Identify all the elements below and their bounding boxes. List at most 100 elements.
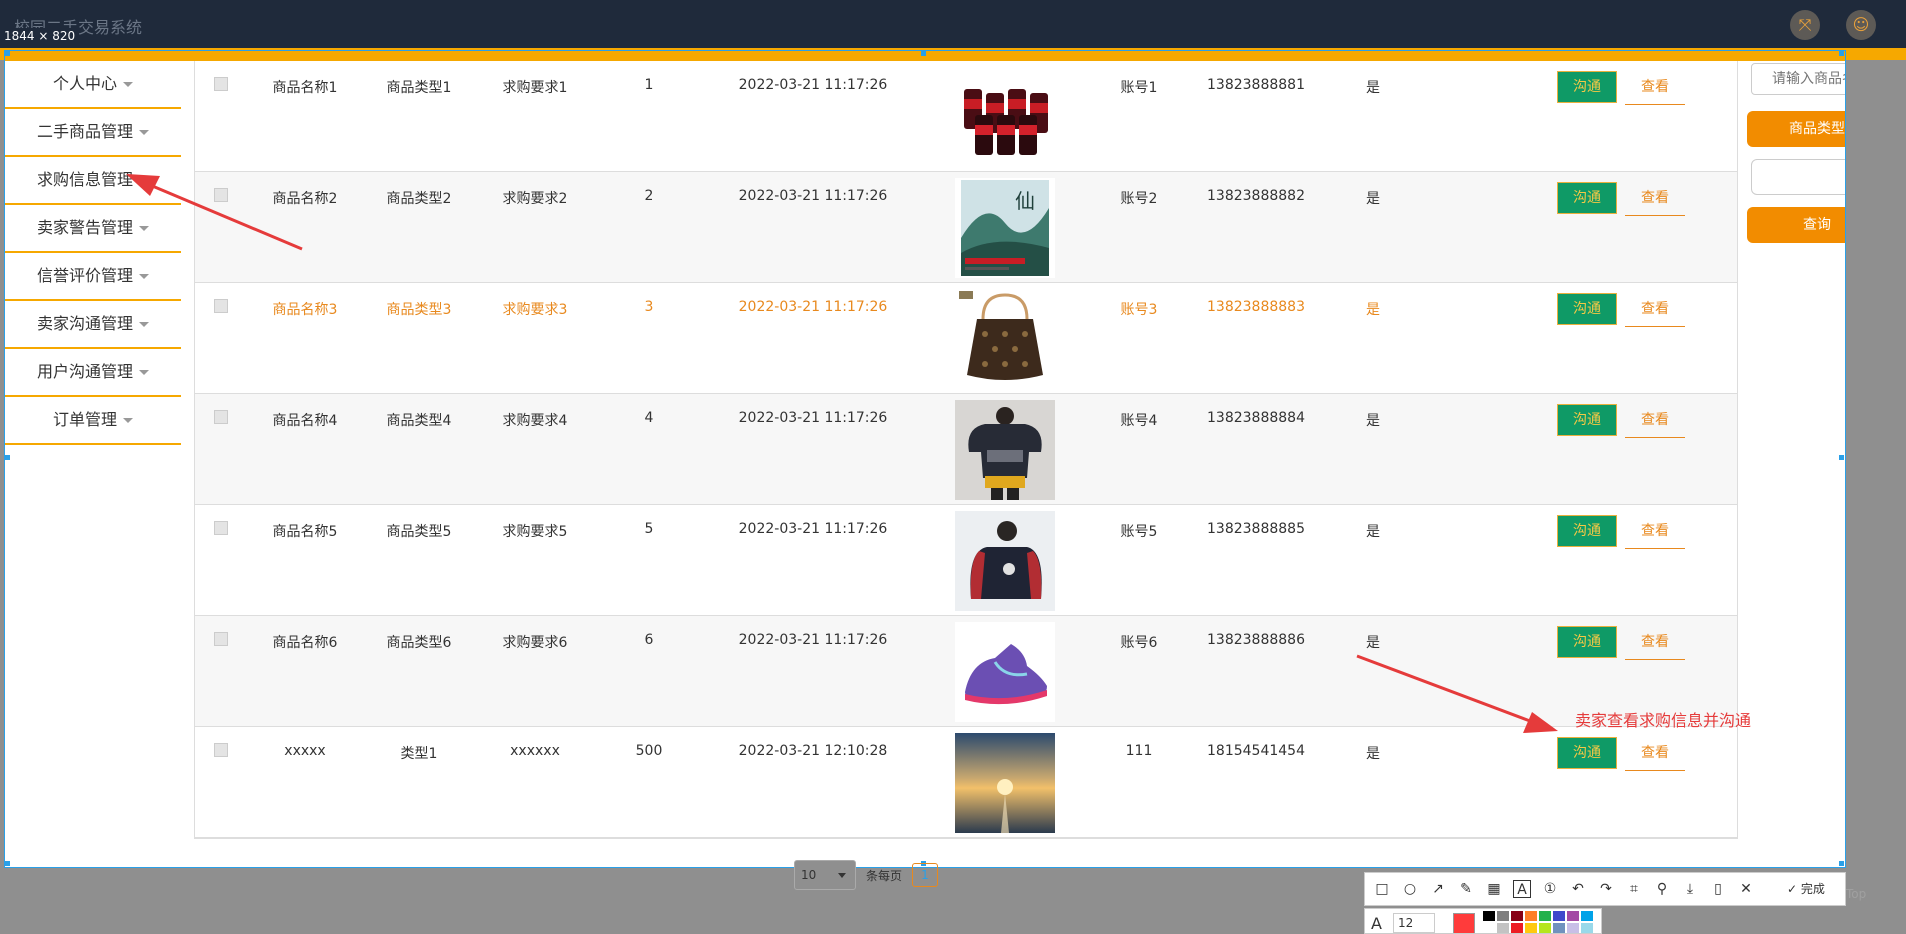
color-swatch[interactable] bbox=[1525, 923, 1537, 933]
row-checkbox[interactable] bbox=[214, 299, 228, 313]
sidebar-item[interactable]: 信誉评价管理 bbox=[5, 253, 181, 301]
row-checkbox[interactable] bbox=[214, 410, 228, 424]
cell-req: 求购要求4 bbox=[502, 413, 568, 429]
table-row[interactable]: 商品名称4 商品类型4 求购要求4 4 2022-03-21 11:17:26 账号4 13… bbox=[195, 394, 1737, 505]
number-icon[interactable]: ① bbox=[1541, 880, 1559, 898]
sidebar-item-label: 个人中心 bbox=[52, 74, 117, 93]
color-swatch[interactable] bbox=[1539, 923, 1551, 933]
row-checkbox[interactable] bbox=[214, 521, 228, 535]
page-number-current[interactable]: 1 bbox=[912, 863, 938, 887]
view-button[interactable]: 查看 bbox=[1625, 515, 1685, 549]
user-avatar-icon[interactable]: ☺ bbox=[1846, 10, 1876, 40]
sidebar-item[interactable]: 订单管理 bbox=[5, 397, 181, 445]
communicate-button[interactable]: 沟通 bbox=[1557, 293, 1617, 325]
color-swatch[interactable] bbox=[1553, 923, 1565, 933]
color-swatch[interactable] bbox=[1511, 911, 1523, 921]
color-swatch[interactable] bbox=[1511, 923, 1523, 933]
text-icon[interactable]: A bbox=[1513, 880, 1531, 898]
copy-icon[interactable]: ▯ bbox=[1709, 880, 1727, 898]
communicate-button[interactable]: 沟通 bbox=[1557, 404, 1617, 436]
color-swatch[interactable] bbox=[1581, 911, 1593, 921]
communicate-button[interactable]: 沟通 bbox=[1557, 737, 1617, 769]
redo-icon[interactable]: ↷ bbox=[1597, 880, 1615, 898]
pen-icon[interactable]: ✎ bbox=[1457, 880, 1475, 898]
communicate-button[interactable]: 沟通 bbox=[1557, 515, 1617, 547]
color-palette: A 12 bbox=[1364, 908, 1602, 934]
resize-handle[interactable] bbox=[921, 51, 926, 56]
table-row[interactable]: 商品名称1 商品类型1 求购要求1 1 2022-03-21 11:17:26 账号1 13… bbox=[195, 61, 1737, 172]
ocr-icon[interactable]: ⌗ bbox=[1625, 880, 1643, 898]
communicate-button[interactable]: 沟通 bbox=[1557, 626, 1617, 658]
color-swatch[interactable] bbox=[1483, 923, 1495, 933]
cell-type: 商品类型2 bbox=[386, 191, 452, 207]
sidebar-item[interactable]: 用户沟通管理 bbox=[5, 349, 181, 397]
color-swatch[interactable] bbox=[1567, 911, 1579, 921]
color-swatch[interactable] bbox=[1483, 911, 1495, 921]
circle-icon[interactable]: ○ bbox=[1401, 880, 1419, 898]
table-row[interactable]: 商品名称2 商品类型2 求购要求2 2 2022-03-21 11:17:26 账号2 13… bbox=[195, 172, 1737, 283]
save-icon[interactable]: ⤓ bbox=[1681, 880, 1699, 898]
product-type-select[interactable] bbox=[1751, 159, 1845, 195]
color-swatch[interactable] bbox=[1497, 911, 1509, 921]
pin-icon[interactable]: ⚲ bbox=[1653, 880, 1671, 898]
row-checkbox[interactable] bbox=[214, 77, 228, 91]
view-button[interactable]: 查看 bbox=[1625, 626, 1685, 660]
row-checkbox[interactable] bbox=[214, 188, 228, 202]
view-button[interactable]: 查看 bbox=[1625, 737, 1685, 771]
table-row[interactable]: xxxxx 类型1 xxxxxx 500 2022-03-21 12:10:28 111 1… bbox=[195, 727, 1737, 838]
cell-phone: 13823888882 bbox=[1207, 188, 1305, 204]
cell-req: xxxxxx bbox=[510, 743, 560, 759]
view-button[interactable]: 查看 bbox=[1625, 293, 1685, 327]
mosaic-icon[interactable]: ▦ bbox=[1485, 880, 1503, 898]
cell-flag: 是 bbox=[1366, 80, 1380, 96]
table-row[interactable]: 商品名称6 商品类型6 求购要求6 6 2022-03-21 11:17:26 账号6 13… bbox=[195, 616, 1737, 727]
page-size-value: 10 bbox=[801, 868, 817, 882]
done-button[interactable]: ✓ 完成 bbox=[1787, 880, 1825, 898]
color-swatch[interactable] bbox=[1539, 911, 1551, 921]
row-checkbox[interactable] bbox=[214, 743, 228, 757]
resize-handle[interactable] bbox=[5, 455, 10, 460]
view-button[interactable]: 查看 bbox=[1625, 71, 1685, 105]
current-color-swatch[interactable] bbox=[1453, 913, 1475, 933]
resize-handle[interactable] bbox=[1839, 455, 1844, 460]
undo-icon[interactable]: ↶ bbox=[1569, 880, 1587, 898]
back-to-top-ghost-text[interactable]: Top bbox=[1846, 887, 1866, 901]
cancel-icon[interactable]: ✕ bbox=[1737, 880, 1755, 898]
communicate-button[interactable]: 沟通 bbox=[1557, 71, 1617, 103]
arrow-icon[interactable]: ↗ bbox=[1429, 880, 1447, 898]
resize-handle[interactable] bbox=[1839, 51, 1844, 56]
resize-handle[interactable] bbox=[5, 51, 10, 56]
resize-handle[interactable] bbox=[1839, 861, 1844, 866]
cell-time: 2022-03-21 11:17:26 bbox=[738, 632, 888, 648]
row-checkbox[interactable] bbox=[214, 632, 228, 646]
resize-handle[interactable] bbox=[5, 861, 10, 866]
cell-name: 商品名称5 bbox=[272, 524, 338, 540]
communicate-button[interactable]: 沟通 bbox=[1557, 182, 1617, 214]
color-swatch[interactable] bbox=[1553, 911, 1565, 921]
color-swatch[interactable] bbox=[1581, 923, 1593, 933]
product-name-search-input[interactable] bbox=[1751, 63, 1845, 95]
cell-type: 商品类型3 bbox=[386, 302, 452, 318]
rect-icon[interactable]: □ bbox=[1373, 880, 1391, 898]
sidebar-item[interactable]: 个人中心 bbox=[5, 61, 181, 109]
sidebar-item-label: 订单管理 bbox=[52, 410, 117, 429]
font-size-select[interactable]: 12 bbox=[1393, 913, 1435, 933]
fullscreen-icon[interactable]: ⤧ bbox=[1790, 10, 1820, 40]
product-image bbox=[955, 733, 1055, 833]
view-button[interactable]: 查看 bbox=[1625, 182, 1685, 216]
query-button[interactable]: 查询 bbox=[1747, 207, 1845, 243]
table-row[interactable]: 商品名称3 商品类型3 求购要求3 3 2022-03-21 11:17:26 账号3 13… bbox=[195, 283, 1737, 394]
color-swatch[interactable] bbox=[1497, 923, 1509, 933]
color-swatch[interactable] bbox=[1525, 911, 1537, 921]
sidebar-item[interactable]: 卖家沟通管理 bbox=[5, 301, 181, 349]
table-row[interactable]: 商品名称5 商品类型5 求购要求5 5 2022-03-21 11:17:26 账号5 13… bbox=[195, 505, 1737, 616]
sidebar-item[interactable]: 求购信息管理 bbox=[5, 157, 181, 205]
cell-phone: 13823888885 bbox=[1207, 521, 1305, 537]
sidebar-item[interactable]: 二手商品管理 bbox=[5, 109, 181, 157]
color-swatch[interactable] bbox=[1567, 923, 1579, 933]
cell-time: 2022-03-21 11:17:26 bbox=[738, 521, 888, 537]
page-size-select[interactable]: 10 bbox=[794, 860, 856, 890]
sidebar-item[interactable]: 卖家警告管理 bbox=[5, 205, 181, 253]
cell-time: 2022-03-21 12:10:28 bbox=[738, 743, 888, 759]
view-button[interactable]: 查看 bbox=[1625, 404, 1685, 438]
